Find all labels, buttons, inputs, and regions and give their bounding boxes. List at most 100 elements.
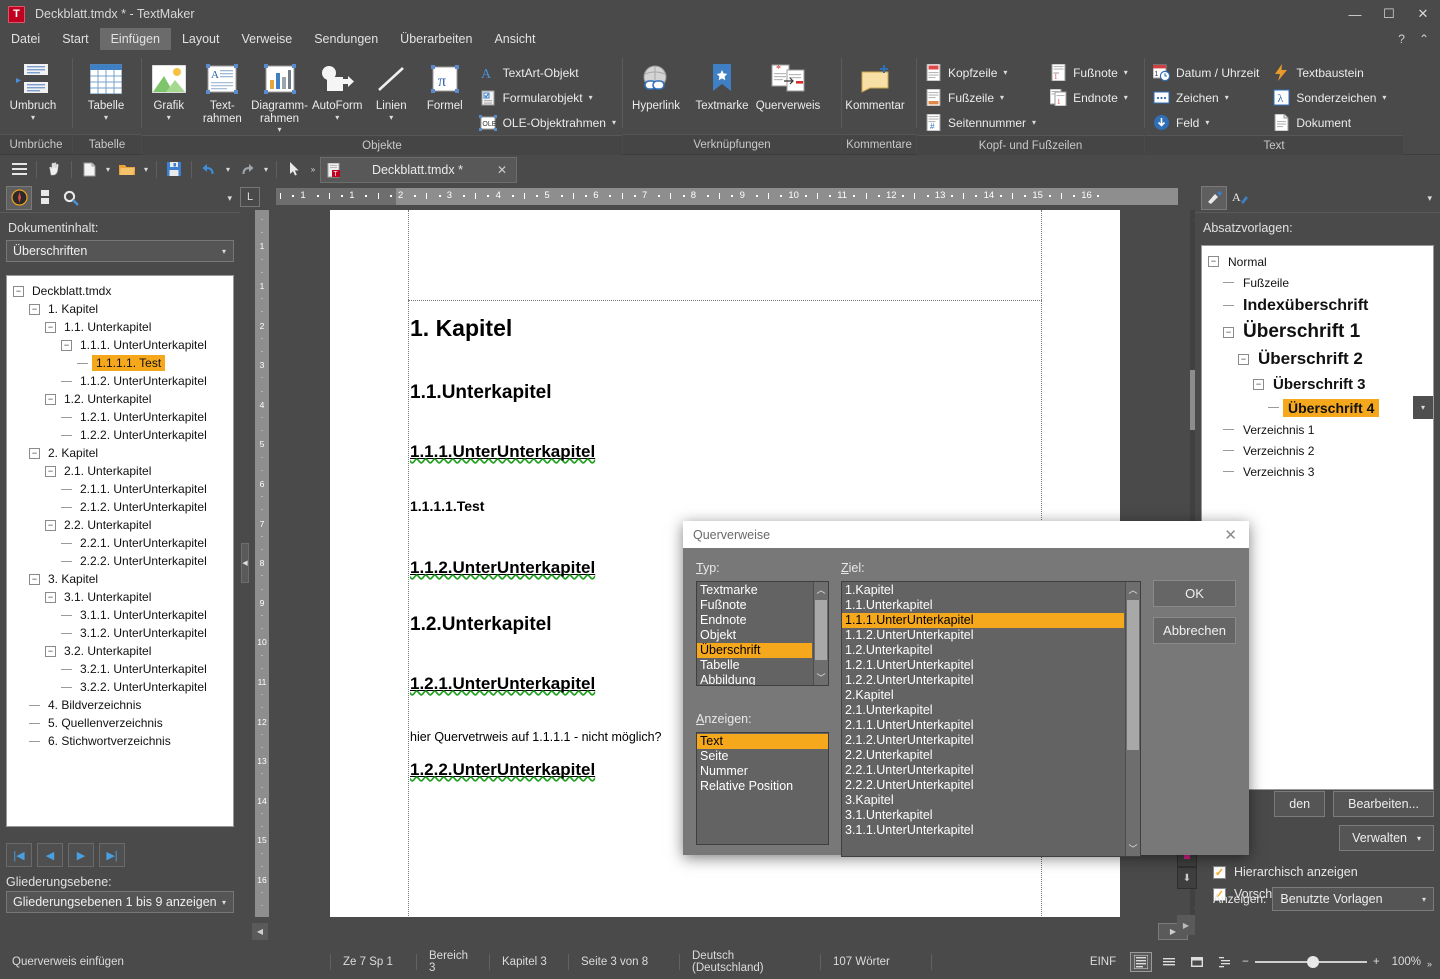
target-listbox[interactable]: 1.Kapitel 1.1.Unterkapitel 1.1.1.UnterUnte… xyxy=(841,581,1141,857)
redo-caret-icon[interactable]: ▾ xyxy=(260,157,272,181)
listbox-item[interactable]: 2.1.1.UnterUnterkapitel xyxy=(842,718,1124,733)
outline-tree-item[interactable]: −3.1. Unterkapitel xyxy=(7,588,233,606)
tree-collapse-icon[interactable]: − xyxy=(45,591,56,603)
outline-tree-item[interactable]: −1.1.1. UnterUnterkapitel xyxy=(7,336,233,354)
ribbon-button-text-rahmen[interactable]: A Text-rahmen xyxy=(196,56,250,125)
document-h4-block[interactable]: 1.1.1.1.Test xyxy=(410,498,1060,514)
chevron-down-icon[interactable]: ▾ xyxy=(1382,93,1386,102)
listbox-item[interactable]: 1.1.2.UnterUnterkapitel xyxy=(842,628,1124,643)
outline-tree-item[interactable]: −2. Kapitel xyxy=(7,444,233,462)
listbox-item[interactable]: 2.2.1.UnterUnterkapitel xyxy=(842,763,1124,778)
menu-item-einf-gen[interactable]: Einfügen xyxy=(99,28,171,50)
style-tree-item[interactable]: Verzeichnis 2 xyxy=(1202,440,1433,461)
menu-item-ansicht[interactable]: Ansicht xyxy=(483,28,546,50)
chevron-down-icon[interactable]: ▾ xyxy=(1003,68,1007,77)
outline-tree-item[interactable]: 1.2.2. UnterUnterkapitel xyxy=(7,426,233,444)
first-icon[interactable]: |◀ xyxy=(6,843,32,867)
ribbon-button-zeichen[interactable]: Zeichen ▾ xyxy=(1145,85,1265,110)
outline-tree-item[interactable]: −3.2. Unterkapitel xyxy=(7,642,233,660)
dialog-close-icon[interactable]: ✕ xyxy=(1218,526,1243,544)
tree-collapse-icon[interactable]: − xyxy=(1238,353,1249,365)
tree-collapse-icon[interactable]: − xyxy=(61,339,72,351)
outline-tree-item[interactable]: 4. Bildverzeichnis xyxy=(7,696,233,714)
outline-tree-item[interactable]: 3.1.2. UnterUnterkapitel xyxy=(7,624,233,642)
outline-tree-item[interactable]: 2.1.2. UnterUnterkapitel xyxy=(7,498,233,516)
menu-item-sendungen[interactable]: Sendungen xyxy=(303,28,389,50)
styles-panel-menu-icon[interactable]: ▾ xyxy=(1427,183,1432,213)
new-document-icon[interactable] xyxy=(76,157,102,181)
chevron-down-icon[interactable]: ▾ xyxy=(1205,118,1209,127)
listbox-scrollbar[interactable]: ︿ ﹀ xyxy=(813,582,828,685)
outline-tree-item[interactable]: 1.1.2. UnterUnterkapitel xyxy=(7,372,233,390)
listbox-item[interactable]: Text xyxy=(697,734,828,749)
ribbon-button-tabelle[interactable]: Tabelle ▾ xyxy=(73,56,139,122)
listbox-item[interactable]: 2.1.2.UnterUnterkapitel xyxy=(842,733,1124,748)
hand-icon[interactable] xyxy=(41,157,67,181)
outline-tree-item[interactable]: 2.2.2. UnterUnterkapitel xyxy=(7,552,233,570)
chevron-down-icon[interactable]: ▾ xyxy=(589,93,593,102)
outline-tree-item[interactable]: −2.1. Unterkapitel xyxy=(7,462,233,480)
tree-collapse-icon[interactable]: − xyxy=(45,321,56,333)
listbox-item[interactable]: Nummer xyxy=(697,764,828,779)
chevron-down-icon[interactable]: ▾ xyxy=(278,126,282,134)
ribbon-button-textmarke[interactable]: Textmarke xyxy=(689,56,755,113)
redo-icon[interactable] xyxy=(234,157,260,181)
outline-tree-item[interactable]: 3.1.1. UnterUnterkapitel xyxy=(7,606,233,624)
listbox-item[interactable]: 1.1.1.UnterUnterkapitel xyxy=(842,613,1124,628)
horizontal-ruler[interactable]: L 1 1 2 3 4 5 6 7 8 9 10 11 12 13 14 15 16 xyxy=(240,185,1188,209)
open-folder-icon[interactable] xyxy=(114,157,140,181)
apply-style-button[interactable]: den xyxy=(1274,791,1326,817)
close-icon[interactable]: ✕ xyxy=(1406,0,1440,28)
ribbon-button-formel[interactable]: π Formel xyxy=(418,56,472,113)
ribbon-button-seitennummer[interactable]: # Seitennummer ▾ xyxy=(917,110,1042,135)
outline-tree-item[interactable]: −1.1. Unterkapitel xyxy=(7,318,233,336)
ribbon-button-ole-objektrahmen[interactable]: OLE OLE-Objektrahmen ▾ xyxy=(472,110,622,135)
chevron-down-icon[interactable]: ▾ xyxy=(31,113,35,122)
listbox-item[interactable]: Tabelle xyxy=(697,658,812,673)
navigator-icon[interactable] xyxy=(6,185,32,210)
chevron-down-icon[interactable]: ▾ xyxy=(1415,888,1433,910)
document-horizontal-scrollbar[interactable]: ◀ ▶ xyxy=(252,921,1188,943)
more-icon[interactable]: » xyxy=(307,157,319,181)
hamburger-icon[interactable] xyxy=(6,157,32,181)
paragraph-style-icon[interactable] xyxy=(1201,185,1227,210)
ribbon-button-endnote[interactable]: 1 Endnote ▾ xyxy=(1042,85,1134,110)
send-to-back-icon[interactable]: ⬇ xyxy=(1177,867,1197,889)
chevron-down-icon[interactable]: ▾ xyxy=(1124,68,1128,77)
tab-stop-selector[interactable]: L xyxy=(240,187,260,207)
maximize-icon[interactable]: ☐ xyxy=(1372,0,1406,28)
styles-show-select[interactable]: Benutzte Vorlagen ▾ xyxy=(1272,887,1434,911)
help-icon[interactable]: ? xyxy=(1391,32,1412,46)
ribbon-button-formularobjekt[interactable]: Formularobjekt ▾ xyxy=(472,85,622,110)
pages-icon[interactable] xyxy=(32,186,58,210)
document-tab[interactable]: T Deckblatt.tmdx * ✕ xyxy=(320,157,517,183)
character-style-icon[interactable]: A xyxy=(1227,186,1253,210)
minimize-icon[interactable]: — xyxy=(1338,0,1372,28)
tree-collapse-icon[interactable]: − xyxy=(13,285,24,297)
normal-view-icon[interactable] xyxy=(1130,952,1153,972)
listbox-item[interactable]: 2.1.Unterkapitel xyxy=(842,703,1124,718)
undo-caret-icon[interactable]: ▾ xyxy=(222,157,234,181)
cross-reference-dialog[interactable]: Querverweise ✕ Typ: Textmarke Fußnote Endn… xyxy=(683,521,1249,857)
document-h2-block[interactable]: 1.1.Unterkapitel xyxy=(410,382,1060,404)
listbox-item[interactable]: 3.Kapitel xyxy=(842,793,1124,808)
navigator-panel-menu-icon[interactable]: ▾ xyxy=(227,183,232,213)
scroll-down-icon[interactable]: ﹀ xyxy=(814,670,828,685)
listbox-item[interactable]: Überschrift xyxy=(697,643,812,658)
listbox-item[interactable]: 1.1.Unterkapitel xyxy=(842,598,1124,613)
outline-tree-item[interactable]: 3.2.1. UnterUnterkapitel xyxy=(7,660,233,678)
listbox-item[interactable]: 1.2.1.UnterUnterkapitel xyxy=(842,658,1124,673)
hierarchical-checkbox[interactable]: ✓ xyxy=(1213,865,1226,879)
ribbon-button-kopfzeile[interactable]: Kopfzeile ▾ xyxy=(917,60,1042,85)
chevron-down-icon[interactable]: ▾ xyxy=(1225,93,1229,102)
listbox-item[interactable]: Relative Position xyxy=(697,779,828,794)
outline-tree-item[interactable]: −3. Kapitel xyxy=(7,570,233,588)
listbox-item[interactable]: 3.1.Unterkapitel xyxy=(842,808,1124,823)
outline-tree-item[interactable]: 1.1.1.1. Test xyxy=(7,354,233,372)
ribbon-button-linien[interactable]: Linien ▾ xyxy=(364,56,418,122)
ribbon-button-umbruch[interactable]: Umbruch ▾ xyxy=(0,56,66,122)
style-tree-item[interactable]: Verzeichnis 1 xyxy=(1202,419,1433,440)
tree-collapse-icon[interactable]: − xyxy=(1208,256,1219,267)
tree-collapse-icon[interactable]: − xyxy=(45,519,56,531)
outline-view-icon[interactable] xyxy=(1214,952,1236,972)
